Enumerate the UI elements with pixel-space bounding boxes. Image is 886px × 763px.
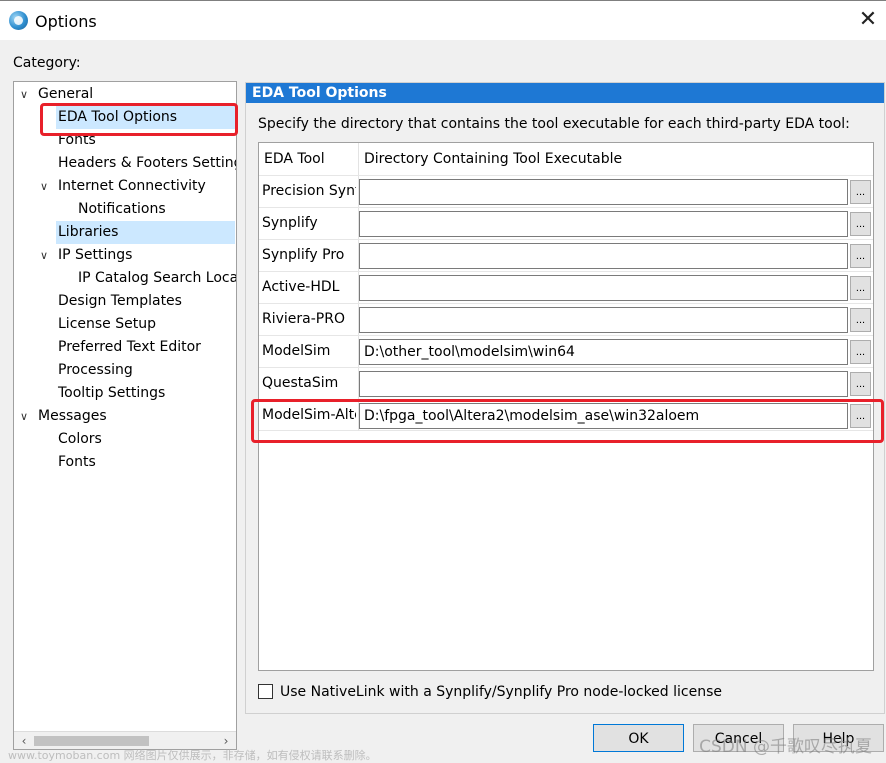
chevron-down-icon[interactable]: ∨ [17, 405, 31, 428]
tree-item-colors[interactable]: Colors [14, 428, 236, 451]
column-header-tool: EDA Tool [264, 151, 325, 167]
directory-field[interactable]: D:\other_tool\modelsim\win64 [359, 339, 848, 365]
tree-item-label: Tooltip Settings [58, 385, 166, 401]
tool-name: QuestaSim [262, 375, 339, 391]
browse-button[interactable]: ... [850, 276, 871, 300]
tree-item-label: Notifications [78, 201, 166, 217]
close-button[interactable]: ✕ [854, 7, 882, 35]
directory-field[interactable] [359, 371, 848, 397]
directory-field[interactable] [359, 211, 848, 237]
tree-item-notifications[interactable]: Notifications [14, 198, 236, 221]
directory-field[interactable] [359, 307, 848, 333]
table-row: Synplify ... [259, 207, 873, 239]
browse-button[interactable]: ... [850, 308, 871, 332]
eda-tool-options-panel: EDA Tool Options Specify the directory t… [245, 82, 885, 714]
tree-item-eda-tool-options[interactable]: EDA Tool Options [14, 106, 236, 129]
tree-item-license-setup[interactable]: License Setup [14, 313, 236, 336]
column-divider [358, 143, 359, 175]
ok-button[interactable]: OK [593, 724, 684, 752]
browse-button[interactable]: ... [850, 340, 871, 364]
window-title: Options [35, 12, 97, 31]
tree-item-headers-footers[interactable]: Headers & Footers Settings [14, 152, 236, 175]
nativelink-checkbox[interactable] [258, 684, 273, 699]
app-icon [9, 11, 28, 30]
directory-field[interactable] [359, 243, 848, 269]
tool-name: Riviera-PRO [262, 311, 345, 327]
tree-item-label: IP Settings [58, 247, 133, 263]
tool-name: Active-HDL [262, 279, 340, 295]
table-row: ModelSim D:\other_tool\modelsim\win64 ..… [259, 335, 873, 367]
category-tree[interactable]: ∨ General EDA Tool Options Fonts Headers… [13, 81, 237, 750]
tree-item-tooltip-settings[interactable]: Tooltip Settings [14, 382, 236, 405]
tree-item-ip-catalog-search[interactable]: IP Catalog Search Locations [14, 267, 236, 290]
tree-item-ip-settings[interactable]: ∨ IP Settings [14, 244, 236, 267]
tree-item-label: Preferred Text Editor [58, 339, 201, 355]
tree-item-label: Libraries [58, 224, 119, 240]
browse-button[interactable]: ... [850, 372, 871, 396]
tree-item-preferred-text-editor[interactable]: Preferred Text Editor [14, 336, 236, 359]
tool-name: Precision Synthesis [262, 183, 356, 199]
category-label: Category: [13, 55, 81, 71]
tree-item-messages-fonts[interactable]: Fonts [14, 451, 236, 474]
chevron-down-icon[interactable]: ∨ [37, 244, 51, 267]
tree-item-label: Fonts [58, 454, 96, 470]
tool-name: Synplify Pro [262, 247, 345, 263]
tree-item-label: Messages [38, 408, 107, 424]
browse-button[interactable]: ... [850, 404, 871, 428]
tree-item-label: EDA Tool Options [58, 109, 178, 125]
panel-header: EDA Tool Options [246, 83, 884, 103]
nativelink-label: Use NativeLink with a Synplify/Synplify … [280, 684, 722, 700]
browse-button[interactable]: ... [850, 180, 871, 204]
eda-tool-table: EDA Tool Directory Containing Tool Execu… [258, 142, 874, 671]
tree-item-internet-connectivity[interactable]: ∨ Internet Connectivity [14, 175, 236, 198]
tree-item-general[interactable]: ∨ General [14, 83, 236, 106]
tree-item-label: Design Templates [58, 293, 182, 309]
tool-name: Synplify [262, 215, 318, 231]
browse-button[interactable]: ... [850, 212, 871, 236]
table-row: ModelSim-Altera D:\fpga_tool\Altera2\mod… [259, 399, 873, 431]
tree-item-label: Fonts [58, 132, 96, 148]
tree-item-fonts[interactable]: Fonts [14, 129, 236, 152]
directory-field[interactable] [359, 275, 848, 301]
tree-item-label: IP Catalog Search Locations [78, 270, 237, 286]
table-row: Riviera-PRO ... [259, 303, 873, 335]
panel-description: Specify the directory that contains the … [258, 116, 850, 132]
tree-item-label: Internet Connectivity [58, 178, 206, 194]
watermark-text: CSDN @千歌叹尽执夏 [699, 737, 872, 757]
tree-item-messages[interactable]: ∨ Messages [14, 405, 236, 428]
tree-item-label: General [38, 86, 94, 102]
tree-item-label: Processing [58, 362, 133, 378]
table-row: Precision Synthesis ... [259, 175, 873, 207]
tree-item-label: Colors [58, 431, 102, 447]
chevron-down-icon[interactable]: ∨ [17, 83, 31, 106]
directory-field[interactable]: D:\fpga_tool\Altera2\modelsim_ase\win32a… [359, 403, 848, 429]
column-header-directory: Directory Containing Tool Executable [364, 151, 623, 167]
table-row: Active-HDL ... [259, 271, 873, 303]
tool-name: ModelSim [262, 343, 331, 359]
scrollbar-thumb[interactable] [34, 736, 149, 746]
browse-button[interactable]: ... [850, 244, 871, 268]
table-row: QuestaSim ... [259, 367, 873, 399]
table-row: Synplify Pro ... [259, 239, 873, 271]
tool-name: ModelSim-Altera [262, 407, 356, 423]
tree-item-label: License Setup [58, 316, 156, 332]
watermark-text: www.toymoban.com 网络图片仅供展示，非存储，如有侵权请联系删除。 [8, 749, 377, 762]
chevron-down-icon[interactable]: ∨ [37, 175, 51, 198]
title-bar: Options ✕ [0, 0, 886, 40]
tree-item-label: Headers & Footers Settings [58, 155, 237, 171]
tree-item-processing[interactable]: Processing [14, 359, 236, 382]
tree-item-libraries[interactable]: Libraries [14, 221, 236, 244]
directory-field[interactable] [359, 179, 848, 205]
tree-item-design-templates[interactable]: Design Templates [14, 290, 236, 313]
